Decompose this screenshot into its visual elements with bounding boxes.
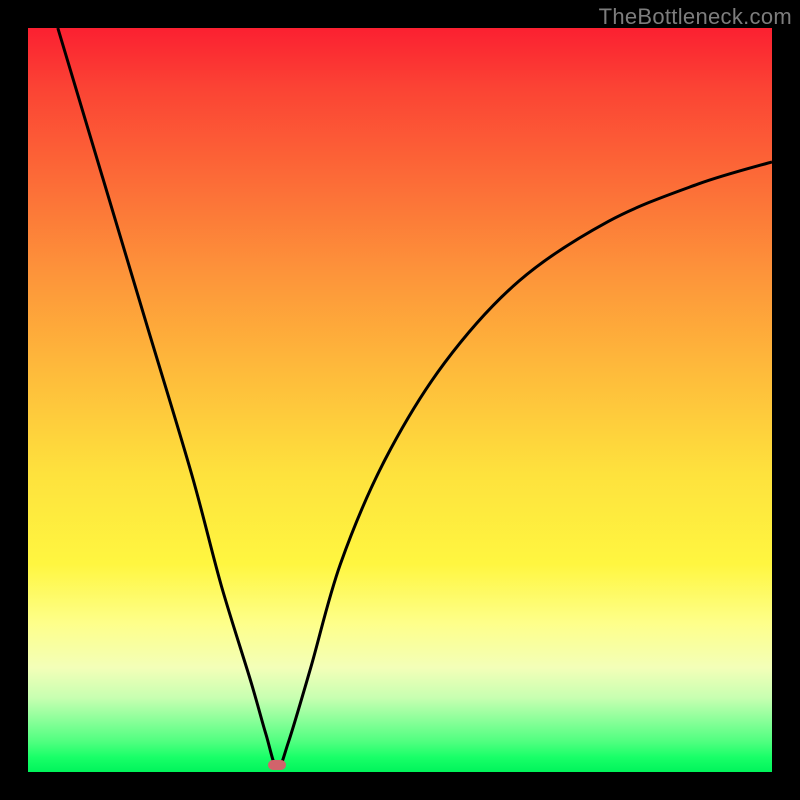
plot-area — [28, 28, 772, 772]
optimum-marker — [268, 760, 286, 770]
curve-path — [58, 28, 772, 768]
watermark-text: TheBottleneck.com — [599, 4, 792, 30]
chart-frame: TheBottleneck.com — [0, 0, 800, 800]
bottleneck-curve — [28, 28, 772, 772]
